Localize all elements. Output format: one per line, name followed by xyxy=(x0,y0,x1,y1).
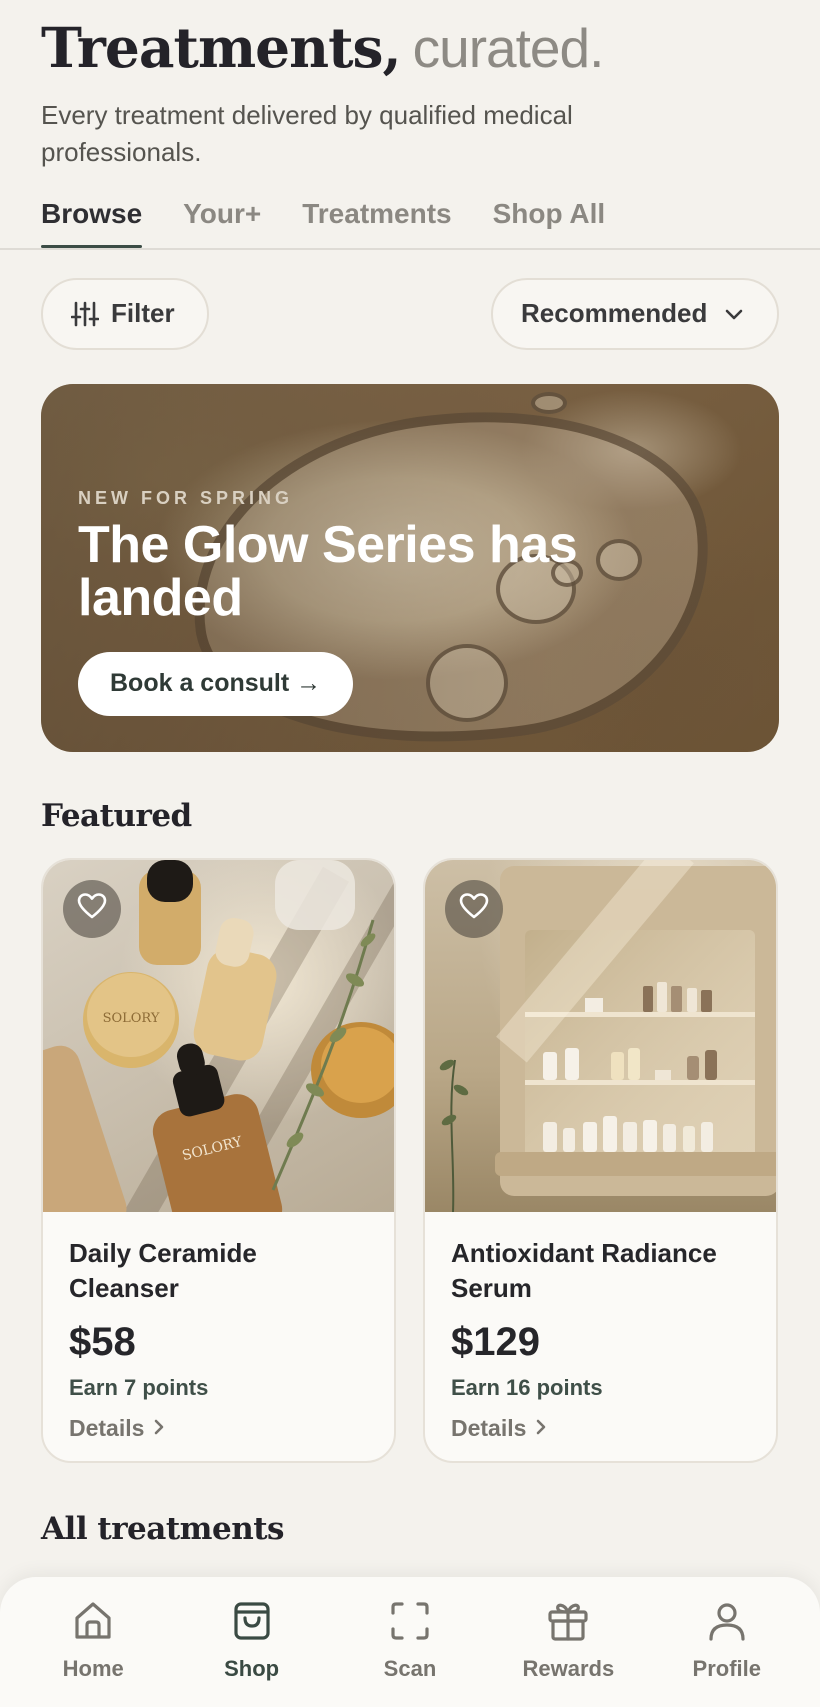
nav-shop-label: Shop xyxy=(224,1656,280,1681)
product-image: SOLORY SOLORY xyxy=(43,859,394,1212)
sliders-icon xyxy=(71,300,99,328)
heart-icon xyxy=(459,892,489,925)
page-title: Treatments, curated. xyxy=(41,15,779,80)
product-name: Antioxidant Radiance Serum xyxy=(451,1237,717,1303)
tabs-divider xyxy=(0,247,820,250)
nav-scan-label: Scan xyxy=(383,1656,437,1681)
filter-row: Filter Recommended xyxy=(0,277,820,350)
chevron-right-icon xyxy=(534,1415,548,1442)
gift-icon xyxy=(546,1599,590,1648)
product-name: Daily Ceramide Cleanser xyxy=(69,1237,257,1303)
nav-profile-label: Profile xyxy=(692,1656,761,1681)
nav-rewards[interactable]: Rewards xyxy=(498,1577,638,1707)
hero-title: The Glow Series has landed xyxy=(78,515,578,628)
sort-dropdown[interactable]: Recommended xyxy=(491,277,779,350)
bag-icon xyxy=(230,1599,274,1648)
tab-your-plus[interactable]: Your+ xyxy=(183,186,261,248)
filter-button[interactable]: Filter xyxy=(41,277,209,350)
heart-icon xyxy=(77,892,107,925)
product-points: Earn 7 points xyxy=(69,1374,209,1400)
scan-icon xyxy=(388,1599,432,1648)
nav-shop[interactable]: Shop xyxy=(182,1577,322,1707)
page-title-light: curated. xyxy=(412,17,605,79)
product-price: $129 xyxy=(451,1319,540,1364)
hero-banner[interactable]: NEW FOR SPRING The Glow Series has lande… xyxy=(41,383,779,752)
tab-bar: Browse Your+ Treatments Shop All xyxy=(0,186,820,248)
filter-label: Filter xyxy=(111,298,175,329)
chevron-right-icon xyxy=(152,1415,166,1442)
page-header: Treatments, curated. Every treatment del… xyxy=(0,0,820,172)
tab-treatments[interactable]: Treatments xyxy=(302,186,451,248)
nav-scan[interactable]: Scan xyxy=(340,1577,480,1707)
product-card-body: Antioxidant Radiance Serum $129 Earn 16 … xyxy=(425,1212,776,1442)
details-link[interactable]: Details xyxy=(69,1415,368,1442)
favorite-button[interactable] xyxy=(63,879,121,938)
tab-browse[interactable]: Browse xyxy=(41,186,143,248)
favorite-button[interactable] xyxy=(445,879,503,938)
tab-shop-all[interactable]: Shop All xyxy=(493,186,606,248)
book-consult-button[interactable]: Book a consult → xyxy=(78,651,354,716)
details-label: Details xyxy=(69,1414,145,1441)
featured-list: SOLORY SOLORY Daily Ceramide Cleanser $5… xyxy=(0,857,820,1463)
product-points: Earn 16 points xyxy=(451,1374,603,1400)
product-brand-text: SOLORY xyxy=(103,1011,160,1026)
page-title-strong: Treatments, xyxy=(41,15,402,80)
nav-rewards-label: Rewards xyxy=(522,1656,615,1681)
sort-label: Recommended xyxy=(521,298,708,329)
product-card[interactable]: Antioxidant Radiance Serum $129 Earn 16 … xyxy=(423,857,778,1463)
featured-section-title: Featured xyxy=(41,797,192,834)
product-price: $58 xyxy=(69,1319,136,1364)
product-image xyxy=(425,859,776,1212)
details-label: Details xyxy=(451,1414,527,1441)
product-card-body: Daily Ceramide Cleanser $58 Earn 7 point… xyxy=(43,1212,394,1442)
home-icon xyxy=(71,1599,115,1648)
all-treatments-title: All treatments xyxy=(41,1510,285,1547)
chevron-down-icon xyxy=(723,303,745,325)
page-subtitle: Every treatment delivered by qualified m… xyxy=(41,99,573,168)
nav-profile[interactable]: Profile xyxy=(657,1577,797,1707)
hero-eyebrow: NEW FOR SPRING xyxy=(78,487,294,508)
nav-home[interactable]: Home xyxy=(23,1577,163,1707)
hero-content: NEW FOR SPRING The Glow Series has lande… xyxy=(78,488,638,716)
details-link[interactable]: Details xyxy=(451,1415,750,1442)
product-card[interactable]: SOLORY SOLORY Daily Ceramide Cleanser $5… xyxy=(41,857,396,1463)
person-icon xyxy=(705,1599,749,1648)
nav-home-label: Home xyxy=(62,1656,124,1681)
bottom-navigation: Home Shop Scan Rewards Profile xyxy=(0,1577,820,1707)
